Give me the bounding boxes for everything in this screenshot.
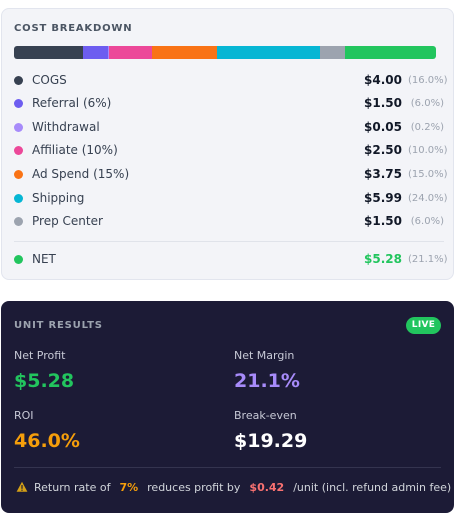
cost-bar-segment: [109, 46, 153, 59]
net-percent: (21.1%): [408, 253, 448, 265]
cost-bar-segment: [216, 46, 320, 59]
cost-row-net: NET $5.28 (21.1%): [14, 250, 448, 268]
live-badge: LIVE: [406, 317, 441, 334]
cost-bar-segment: [345, 46, 436, 59]
cost-breakdown-title: COST BREAKDOWN: [14, 23, 133, 34]
note-middle: reduces profit by: [147, 480, 241, 494]
net-value: $5.28: [364, 252, 402, 266]
cost-value: $5.99: [364, 191, 402, 205]
cost-stacked-bar: [14, 46, 436, 59]
legend-dot: [14, 216, 23, 226]
cost-row-referral: Referral (6%) $1.50 (6.0%): [14, 94, 444, 112]
net-margin-value: 21.1%: [234, 370, 300, 392]
cost-row-ad-spend: Ad Spend (15%) $3.75 (15.0%): [14, 165, 448, 183]
legend-dot: [14, 122, 23, 132]
net-profit-label: Net Profit: [14, 349, 66, 362]
legend-dot: [14, 145, 23, 155]
cost-label: Affiliate (10%): [32, 143, 118, 157]
cost-label: Prep Center: [32, 214, 103, 228]
cost-bar-segment: [14, 46, 83, 59]
cost-value: $1.50: [364, 214, 402, 228]
roi-label: ROI: [14, 409, 34, 422]
return-rate-note: Return rate of 7% reduces profit by $0.4…: [16, 479, 451, 495]
cost-label: Shipping: [32, 191, 85, 205]
cost-breakdown-card: COST BREAKDOWN COGS $4.00 (16.0%) Referr…: [1, 8, 454, 280]
net-margin-label: Net Margin: [234, 349, 295, 362]
cost-value: $4.00: [364, 73, 402, 87]
legend-dot: [14, 169, 23, 179]
cost-percent: (6.0%): [410, 97, 444, 109]
cost-row-affiliate: Affiliate (10%) $2.50 (10.0%): [14, 141, 448, 159]
cost-label: Ad Spend (15%): [32, 167, 130, 181]
roi-value: 46.0%: [14, 430, 80, 452]
cost-label: Withdrawal: [32, 120, 100, 134]
cost-row-withdrawal: Withdrawal $0.05 (0.2%): [14, 118, 444, 136]
cost-value: $2.50: [364, 143, 402, 157]
cost-label: COGS: [32, 73, 67, 87]
unit-results-card: UNIT RESULTS LIVE Net Profit $5.28 Net M…: [1, 301, 454, 513]
legend-dot: [14, 254, 23, 264]
cost-label: Referral (6%): [32, 96, 112, 110]
cost-bar-segment: [82, 46, 109, 59]
note-suffix: /unit (incl. refund admin fee): [293, 480, 452, 494]
page: COST BREAKDOWN COGS $4.00 (16.0%) Referr…: [0, 0, 467, 517]
cost-row-cogs: COGS $4.00 (16.0%): [14, 71, 448, 89]
cost-bar-segment: [319, 46, 346, 59]
breakeven-label: Break-even: [234, 409, 297, 422]
cost-bar-segment: [152, 46, 217, 59]
unit-divider: [14, 467, 441, 468]
note-prefix: Return rate of: [34, 480, 111, 494]
cost-value: $1.50: [364, 96, 402, 110]
profit-reduction-value: $0.42: [249, 480, 285, 494]
cost-percent: (24.0%): [408, 192, 448, 204]
net-profit-value: $5.28: [14, 370, 75, 392]
cost-divider: [14, 241, 444, 242]
warning-icon: [16, 481, 28, 492]
cost-value: $3.75: [364, 167, 402, 181]
return-rate-value: 7%: [119, 480, 139, 494]
cost-percent: (15.0%): [408, 168, 448, 180]
net-label: NET: [32, 252, 56, 266]
legend-dot: [14, 193, 23, 203]
legend-dot: [14, 98, 23, 108]
cost-row-prep-center: Prep Center $1.50 (6.0%): [14, 212, 444, 230]
unit-results-title: UNIT RESULTS: [14, 320, 103, 331]
cost-percent: (10.0%): [408, 144, 448, 156]
cost-row-shipping: Shipping $5.99 (24.0%): [14, 189, 448, 207]
cost-percent: (0.2%): [410, 121, 444, 133]
cost-percent: (16.0%): [408, 74, 448, 86]
breakeven-value: $19.29: [234, 430, 308, 452]
cost-percent: (6.0%): [410, 215, 444, 227]
cost-value: $0.05: [364, 120, 402, 134]
legend-dot: [14, 75, 23, 85]
